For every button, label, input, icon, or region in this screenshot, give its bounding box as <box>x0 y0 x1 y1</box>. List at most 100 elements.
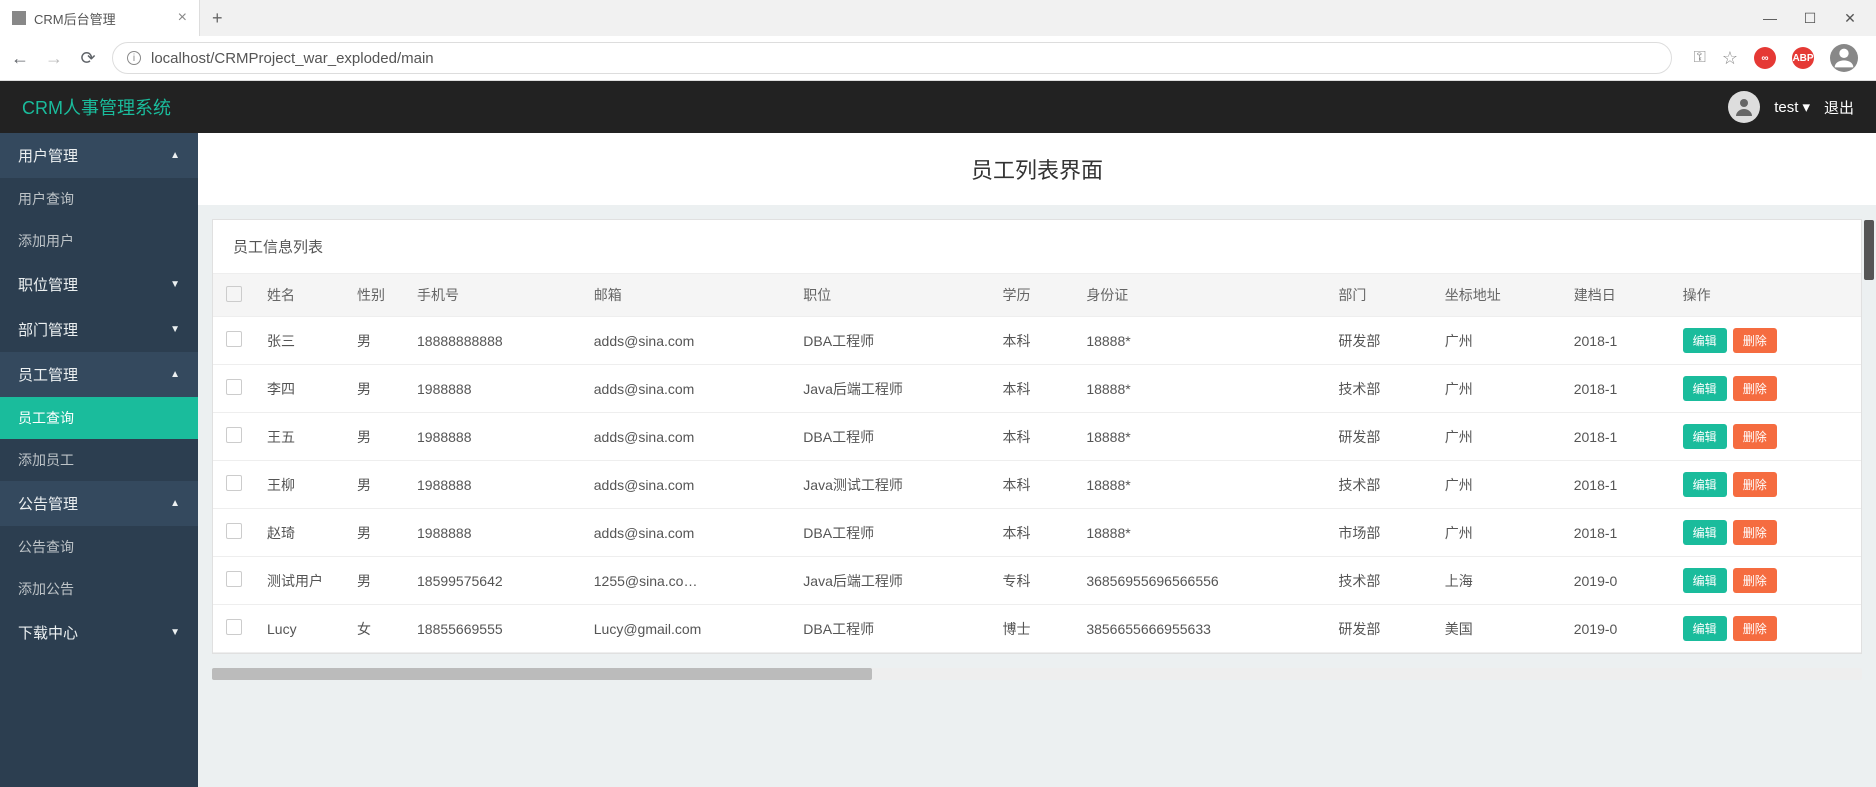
row-checkbox[interactable] <box>226 619 242 635</box>
sidebar-item-员工查询[interactable]: 员工查询 <box>0 397 198 439</box>
edit-button[interactable]: 编辑 <box>1683 424 1727 449</box>
sidebar-group-用户管理[interactable]: 用户管理▲ <box>0 133 198 178</box>
cell-idcard: 3856655666955633 <box>1074 605 1326 653</box>
cell-name: 赵琦 <box>255 509 345 557</box>
address-bar: ← → ⟳ i localhost/CRMProject_war_explode… <box>0 36 1876 80</box>
table-row: 张三男18888888888adds@sina.comDBA工程师本科18888… <box>213 317 1861 365</box>
new-tab-button[interactable]: + <box>200 8 235 29</box>
sidebar-item-添加公告[interactable]: 添加公告 <box>0 568 198 610</box>
chevron-down-icon: ▼ <box>170 324 180 335</box>
row-checkbox[interactable] <box>226 379 242 395</box>
horizontal-scroll-thumb[interactable] <box>212 668 872 680</box>
page-icon <box>12 11 26 25</box>
cell-position: Java测试工程师 <box>791 461 990 509</box>
edit-button[interactable]: 编辑 <box>1683 568 1727 593</box>
vertical-scroll-thumb[interactable] <box>1864 220 1874 280</box>
cell-name: 张三 <box>255 317 345 365</box>
cell-date: 2018-1 <box>1562 413 1671 461</box>
select-all-header <box>213 274 255 317</box>
cell-dept: 技术部 <box>1326 461 1432 509</box>
cell-edu: 本科 <box>991 461 1075 509</box>
username: test <box>1774 99 1798 116</box>
back-icon[interactable]: ← <box>10 48 30 69</box>
sidebar-item-添加员工[interactable]: 添加员工 <box>0 439 198 481</box>
cell-actions: 编辑删除 <box>1671 557 1861 605</box>
delete-button[interactable]: 删除 <box>1733 616 1777 641</box>
edit-button[interactable]: 编辑 <box>1683 328 1727 353</box>
close-tab-icon[interactable]: × <box>178 9 187 27</box>
sidebar-item-公告查询[interactable]: 公告查询 <box>0 526 198 568</box>
row-checkbox[interactable] <box>226 523 242 539</box>
edit-button[interactable]: 编辑 <box>1683 376 1727 401</box>
cell-idcard: 18888* <box>1074 461 1326 509</box>
sidebar-group-公告管理[interactable]: 公告管理▲ <box>0 481 198 526</box>
forward-icon: → <box>44 48 64 69</box>
cell-idcard: 36856955696566556 <box>1074 557 1326 605</box>
select-all-checkbox[interactable] <box>226 286 242 302</box>
row-checkbox[interactable] <box>226 427 242 443</box>
close-window-icon[interactable]: ✕ <box>1842 10 1858 27</box>
sidebar-group-label: 公告管理 <box>18 493 78 514</box>
cell-email: adds@sina.com <box>582 365 792 413</box>
app-brand[interactable]: CRM人事管理系统 <box>22 94 171 120</box>
cell-actions: 编辑删除 <box>1671 413 1861 461</box>
browser-chrome: CRM后台管理 × + — ☐ ✕ ← → ⟳ i localhost/CRMP… <box>0 0 1876 81</box>
edit-button[interactable]: 编辑 <box>1683 616 1727 641</box>
tab-title: CRM后台管理 <box>34 9 116 28</box>
site-info-icon[interactable]: i <box>127 51 141 65</box>
profile-icon[interactable] <box>1830 44 1858 72</box>
delete-button[interactable]: 删除 <box>1733 424 1777 449</box>
main-content: 员工列表界面 员工信息列表 姓名性别手机号邮箱职位学历身份证部门坐标地址建档日操… <box>198 133 1876 787</box>
sidebar-group-下载中心[interactable]: 下载中心▼ <box>0 610 198 655</box>
cell-position: DBA工程师 <box>791 605 990 653</box>
cell-addr: 上海 <box>1433 557 1562 605</box>
extension-icon-1[interactable]: ∞ <box>1754 47 1776 69</box>
sidebar-group-职位管理[interactable]: 职位管理▼ <box>0 262 198 307</box>
row-checkbox[interactable] <box>226 331 242 347</box>
header-right: test ▾ 退出 <box>1728 91 1854 123</box>
user-dropdown[interactable]: test ▾ <box>1774 98 1810 116</box>
cell-phone: 1988888 <box>405 509 582 557</box>
window-controls: — ☐ ✕ <box>1762 10 1876 27</box>
reload-icon[interactable]: ⟳ <box>78 48 98 69</box>
logout-link[interactable]: 退出 <box>1824 97 1854 118</box>
browser-tab[interactable]: CRM后台管理 × <box>0 0 200 36</box>
delete-button[interactable]: 删除 <box>1733 328 1777 353</box>
cell-email: adds@sina.com <box>582 317 792 365</box>
cell-actions: 编辑删除 <box>1671 317 1861 365</box>
cell-edu: 本科 <box>991 317 1075 365</box>
extension-icons: ⚿ ☆ ∞ ABP <box>1686 44 1866 72</box>
row-checkbox[interactable] <box>226 571 242 587</box>
sidebar-group-员工管理[interactable]: 员工管理▲ <box>0 352 198 397</box>
cell-date: 2018-1 <box>1562 509 1671 557</box>
horizontal-scrollbar[interactable] <box>212 668 1862 680</box>
sidebar-item-添加用户[interactable]: 添加用户 <box>0 220 198 262</box>
column-header: 邮箱 <box>582 274 792 317</box>
avatar[interactable] <box>1728 91 1760 123</box>
url-field[interactable]: i localhost/CRMProject_war_exploded/main <box>112 42 1672 74</box>
password-key-icon[interactable]: ⚿ <box>1694 49 1706 67</box>
minimize-icon[interactable]: — <box>1762 10 1778 27</box>
cell-position: Java后端工程师 <box>791 557 990 605</box>
adblock-icon[interactable]: ABP <box>1792 47 1814 69</box>
cell-date: 2019-0 <box>1562 605 1671 653</box>
maximize-icon[interactable]: ☐ <box>1802 10 1818 27</box>
sidebar-item-用户查询[interactable]: 用户查询 <box>0 178 198 220</box>
delete-button[interactable]: 删除 <box>1733 520 1777 545</box>
column-header: 操作 <box>1671 274 1861 317</box>
cell-idcard: 18888* <box>1074 413 1326 461</box>
cell-date: 2018-1 <box>1562 317 1671 365</box>
edit-button[interactable]: 编辑 <box>1683 472 1727 497</box>
sidebar-group-部门管理[interactable]: 部门管理▼ <box>0 307 198 352</box>
delete-button[interactable]: 删除 <box>1733 568 1777 593</box>
delete-button[interactable]: 删除 <box>1733 376 1777 401</box>
cell-phone: 1988888 <box>405 413 582 461</box>
bookmark-star-icon[interactable]: ☆ <box>1722 48 1738 69</box>
cell-name: 李四 <box>255 365 345 413</box>
cell-actions: 编辑删除 <box>1671 461 1861 509</box>
cell-email: Lucy@gmail.com <box>582 605 792 653</box>
edit-button[interactable]: 编辑 <box>1683 520 1727 545</box>
delete-button[interactable]: 删除 <box>1733 472 1777 497</box>
cell-addr: 广州 <box>1433 461 1562 509</box>
row-checkbox[interactable] <box>226 475 242 491</box>
